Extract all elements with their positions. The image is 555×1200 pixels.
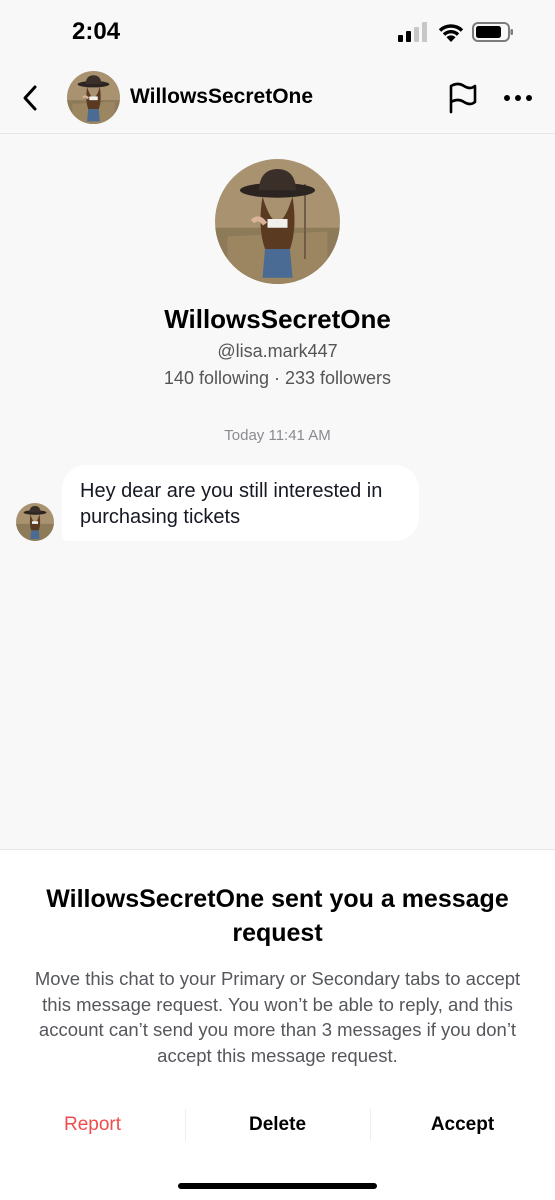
profile-handle: @lisa.mark447 xyxy=(217,341,338,361)
profile-stats: 140 following · 233 followers xyxy=(163,368,392,388)
chat-header: WillowsSecretOne xyxy=(0,62,555,134)
more-options-button[interactable] xyxy=(500,84,536,112)
back-button[interactable] xyxy=(14,82,46,114)
profile-name[interactable]: WillowsSecretOne xyxy=(0,304,555,335)
battery-icon xyxy=(472,22,513,42)
delete-button[interactable]: Delete xyxy=(185,1105,370,1145)
home-indicator[interactable] xyxy=(178,1183,377,1189)
message-bubble[interactable]: Hey dear are you still interested in pur… xyxy=(62,465,419,541)
message-request-sheet: WillowsSecretOne sent you a message requ… xyxy=(0,849,555,1200)
status-time: 2:04 xyxy=(72,18,121,45)
avatar-image xyxy=(67,71,120,124)
accept-button[interactable]: Accept xyxy=(370,1105,555,1145)
wifi-icon xyxy=(438,24,464,42)
message-timestamp: Today 11:41 AM xyxy=(224,427,331,444)
back-chevron-icon xyxy=(23,85,37,111)
flag-icon xyxy=(449,82,477,114)
report-button[interactable]: Report xyxy=(0,1105,185,1145)
message-sender-avatar[interactable] xyxy=(16,503,54,541)
sheet-title: WillowsSecretOne sent you a message requ… xyxy=(46,885,509,947)
sheet-actions: Report Delete Accept xyxy=(0,1105,555,1145)
header-avatar[interactable] xyxy=(67,71,120,124)
avatar-image xyxy=(215,159,340,284)
report-flag-button[interactable] xyxy=(445,81,479,115)
status-bar: 2:04 xyxy=(0,0,555,62)
signal-icon xyxy=(398,22,427,42)
header-username[interactable]: WillowsSecretOne xyxy=(130,85,313,109)
profile-avatar[interactable] xyxy=(215,159,340,284)
avatar-image xyxy=(16,503,54,541)
more-dots-icon xyxy=(504,95,532,101)
chat-screen: 2:04 WillowsSecretOne WillowsSecretOne @… xyxy=(0,0,555,1200)
sheet-description: Move this chat to your Primary or Second… xyxy=(34,968,521,1066)
